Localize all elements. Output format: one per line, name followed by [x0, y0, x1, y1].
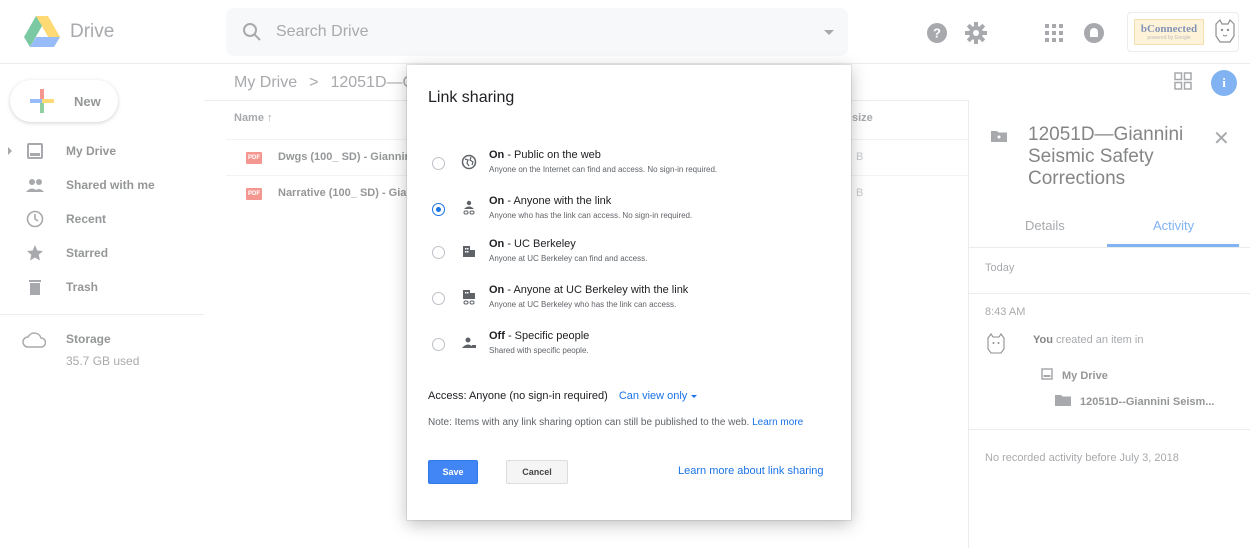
note-text: Note: Items with any link sharing option… [428, 417, 750, 428]
option-label: - UC Berkeley [504, 238, 576, 250]
option-label: - Anyone at UC Berkeley with the link [504, 284, 689, 296]
option-label: - Specific people [504, 330, 590, 342]
option-status: On [489, 195, 505, 207]
option-description: Anyone at UC Berkeley can find and acces… [489, 254, 648, 263]
radio-button[interactable] [432, 246, 445, 259]
person-link-icon [463, 200, 475, 215]
cancel-button[interactable]: Cancel [506, 460, 568, 484]
domain-link-icon [463, 290, 475, 305]
access-level-value: Can view only [618, 390, 688, 402]
dropdown-caret-icon [691, 394, 698, 398]
sharing-option-anyone-with-link[interactable]: On - Anyone with the link Anyone who has… [407, 195, 851, 235]
radio-button[interactable] [432, 157, 445, 170]
access-row: Access: Anyone (no sign-in required) Can… [428, 390, 698, 402]
globe-icon [461, 154, 477, 170]
sharing-option-specific-people[interactable]: Off - Specific people Shared with specif… [407, 330, 851, 370]
option-title: On - Anyone at UC Berkeley with the link [489, 284, 688, 296]
radio-button-selected[interactable] [432, 203, 445, 216]
option-title: On - Public on the web [489, 149, 601, 161]
option-label: - Public on the web [504, 149, 601, 161]
option-description: Shared with specific people. [489, 346, 589, 355]
dialog-title: Link sharing [428, 89, 515, 106]
option-status: Off [489, 330, 505, 342]
option-status: On [489, 284, 505, 296]
sharing-option-uc-berkeley[interactable]: On - UC Berkeley Anyone at UC Berkeley c… [407, 238, 851, 278]
option-label: - Anyone with the link [504, 195, 612, 207]
learn-more-link-sharing[interactable]: Learn more about link sharing [678, 465, 824, 477]
learn-more-link[interactable]: Learn more [752, 417, 803, 428]
radio-button[interactable] [432, 338, 445, 351]
option-status: On [489, 149, 505, 161]
person-lock-icon [462, 337, 476, 348]
option-title: Off - Specific people [489, 330, 589, 342]
option-status: On [489, 238, 505, 250]
access-label: Access: Anyone (no sign-in required) [428, 390, 608, 402]
option-description: Anyone on the Internet can find and acce… [489, 165, 718, 174]
link-sharing-dialog: Link sharing On - Public on the web Anyo… [407, 65, 851, 520]
publish-note: Note: Items with any link sharing option… [428, 417, 803, 428]
option-title: On - UC Berkeley [489, 238, 576, 250]
sharing-option-public[interactable]: On - Public on the web Anyone on the Int… [407, 149, 851, 189]
option-description: Anyone at UC Berkeley who has the link c… [489, 300, 677, 309]
domain-building-icon [463, 246, 475, 257]
sharing-option-uc-berkeley-link[interactable]: On - Anyone at UC Berkeley with the link… [407, 284, 851, 324]
radio-button[interactable] [432, 292, 445, 305]
save-button[interactable]: Save [428, 460, 478, 484]
option-title: On - Anyone with the link [489, 195, 611, 207]
access-level-dropdown[interactable]: Can view only [618, 390, 698, 402]
option-description: Anyone who has the link can access. No s… [489, 211, 693, 220]
